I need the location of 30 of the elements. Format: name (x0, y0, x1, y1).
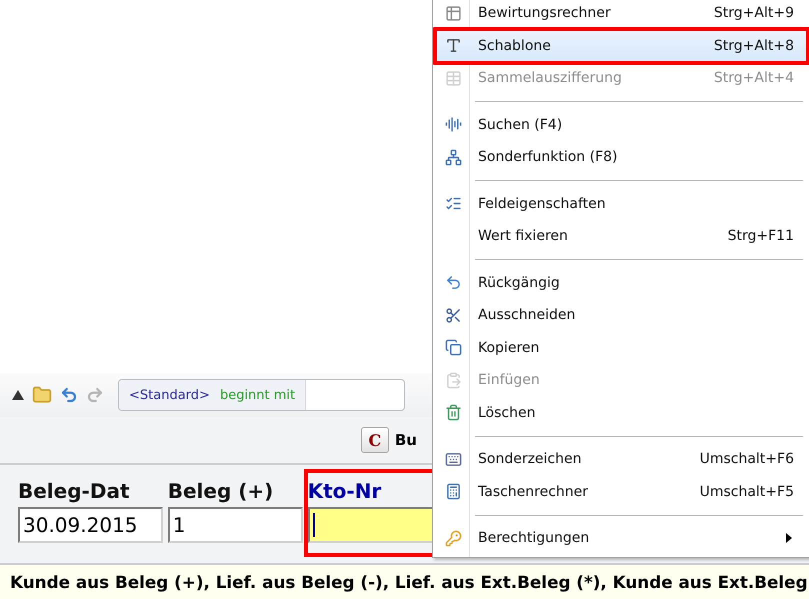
menu-item[interactable]: Löschen (435, 396, 809, 429)
shortcut-text: Umschalt+F5 (700, 484, 794, 500)
menu-item[interactable]: Berechtigungen (435, 522, 809, 554)
field-label: Beleg-Dat (18, 479, 131, 505)
filter-mode: beginnt mit (220, 388, 296, 402)
shortcut-text: Strg+Alt+8 (714, 38, 794, 54)
shortcut-text: Strg+Alt+4 (714, 70, 794, 86)
menu-item[interactable]: Kopieren (435, 332, 809, 364)
key-button[interactable]: C (360, 427, 389, 453)
menu-item[interactable]: Taschenrechner Umschalt+F5 (435, 476, 809, 508)
status-bar: Kunde aus Beleg (+), Lief. aus Beleg (-), Lief. aus Ext.Beleg (*), Kunde aus Ext.Beleg (0, 565, 809, 599)
menu-item[interactable]: Schablone Strg+Alt+8 (435, 30, 809, 62)
menu-item[interactable]: Rückgängig (435, 266, 809, 299)
field-label: Beleg (+) (168, 479, 274, 505)
input-field[interactable]: 30.09.2015 (18, 507, 163, 543)
shortcut-text: Umschalt+F6 (700, 451, 794, 468)
menu-item[interactable]: Ausschneiden (435, 299, 809, 332)
menu-item[interactable]: Sonderfunktion (F8) (435, 141, 809, 174)
field-label: Kto-Nr (308, 479, 382, 505)
menu-item[interactable]: Sonderzeichen Umschalt+F6 (435, 443, 809, 476)
filter-field[interactable]: <Standard> beginnt mit (118, 379, 405, 411)
menu-item[interactable]: Suchen (F4) (435, 108, 809, 141)
shortcut-text: Strg+F11 (728, 228, 794, 244)
input-field[interactable]: 1 (168, 507, 303, 543)
menu-item[interactable]: Bewirtungsrechner Strg+Alt+9 (435, 0, 809, 30)
menu-item[interactable]: Wert fixieren Strg+F11 (435, 220, 809, 252)
shortcut-text: Strg+Alt+9 (714, 5, 794, 22)
command-label: Bu (394, 431, 417, 449)
filter-scope: <Standard> (129, 388, 210, 402)
menu-item[interactable]: Feldeigenschaften (435, 188, 809, 220)
